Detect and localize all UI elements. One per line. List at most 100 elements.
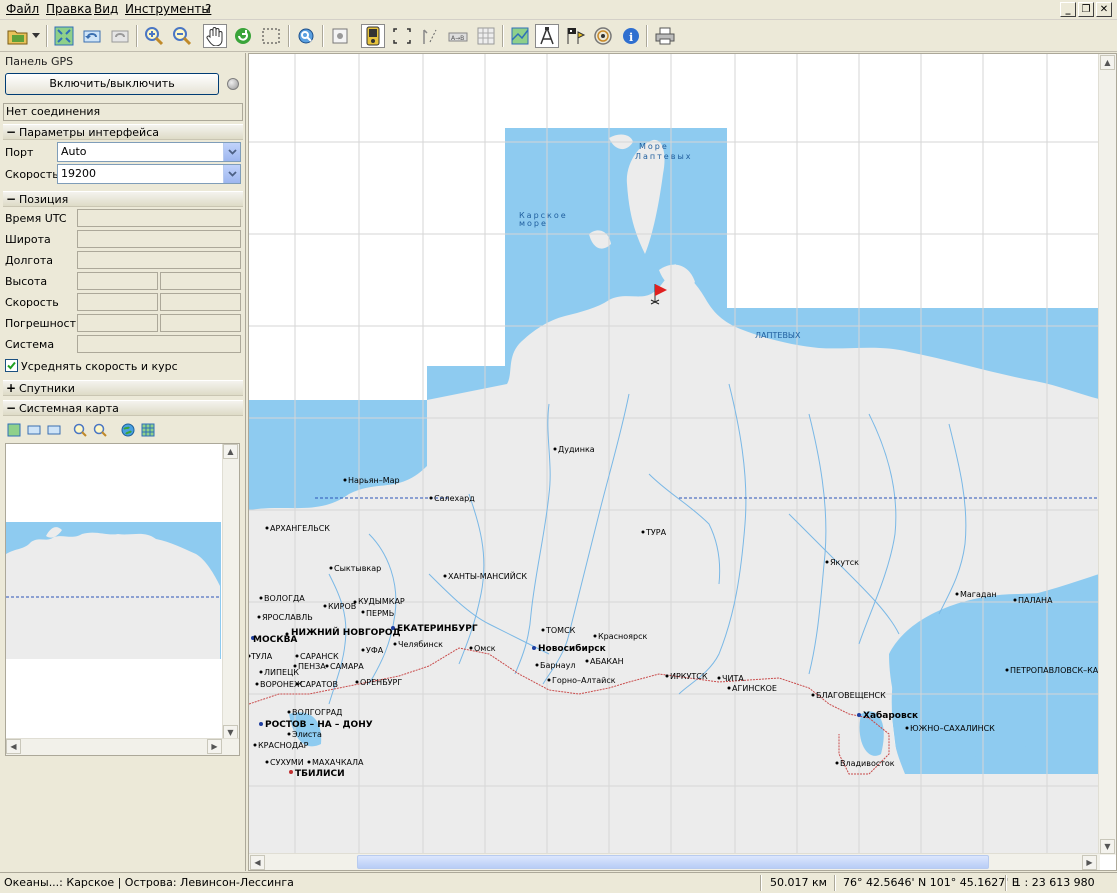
city-abakan: АБАКАН bbox=[590, 657, 624, 666]
city-krasnoyarsk: Красноярск bbox=[598, 632, 647, 641]
scroll-right-icon[interactable]: ▶ bbox=[1082, 855, 1097, 870]
forward-icon[interactable] bbox=[108, 24, 132, 48]
scroll-right-icon[interactable]: ▶ bbox=[207, 739, 222, 754]
pan-hand-icon[interactable] bbox=[203, 24, 227, 48]
overview-map[interactable] bbox=[6, 444, 224, 740]
compass-tool-icon[interactable] bbox=[535, 24, 559, 48]
collapse-icon[interactable]: − bbox=[6, 125, 16, 140]
city-irkutsk: ИРКУТСК bbox=[670, 672, 708, 681]
map-canvas[interactable]: Море Лаптевых Карское море ЛАПТЕВЫХ Дуди… bbox=[249, 54, 1099, 855]
city-dot bbox=[541, 628, 545, 632]
city-dot bbox=[443, 574, 447, 578]
section-sysmap-header[interactable]: − Системная карта bbox=[3, 400, 243, 416]
scroll-left-icon[interactable]: ◀ bbox=[250, 855, 265, 870]
port-select[interactable]: Auto bbox=[57, 142, 241, 162]
sysmap-overview[interactable]: ▲ ▼ ◀ ▶ bbox=[5, 443, 240, 756]
measure-icon[interactable] bbox=[418, 24, 442, 48]
dropdown-arrow-icon[interactable] bbox=[30, 24, 42, 48]
city-dot bbox=[259, 670, 263, 674]
city-dot bbox=[585, 659, 589, 663]
connection-status: Нет соединения bbox=[3, 103, 243, 121]
menu-tools[interactable]: Инструменты bbox=[125, 2, 211, 16]
refresh-icon[interactable] bbox=[231, 24, 255, 48]
speed-rate-select[interactable]: 19200 bbox=[57, 164, 241, 184]
menu-view[interactable]: Вид bbox=[94, 2, 118, 16]
overview-horizontal-scrollbar[interactable]: ◀ ▶ bbox=[6, 738, 239, 755]
zoom-in-icon[interactable] bbox=[142, 24, 166, 48]
grid-icon[interactable] bbox=[139, 421, 157, 439]
menu-file[interactable]: Файл bbox=[6, 2, 39, 16]
svg-text:A→B: A→B bbox=[451, 35, 464, 42]
frame-icon[interactable] bbox=[390, 24, 414, 48]
close-icon[interactable]: ✕ bbox=[1096, 2, 1112, 17]
section-interface-label: Параметры интерфейса bbox=[19, 126, 159, 139]
city-dot bbox=[265, 526, 269, 530]
route-icon[interactable]: A→B bbox=[446, 24, 470, 48]
zoom-out-icon[interactable] bbox=[91, 421, 109, 439]
signal-icon[interactable] bbox=[591, 24, 615, 48]
gps-panel: Панель GPS Включить/выключить Нет соедин… bbox=[0, 53, 246, 871]
layers-icon[interactable] bbox=[508, 24, 532, 48]
center-icon[interactable] bbox=[328, 24, 352, 48]
section-interface-header[interactable]: − Параметры интерфейса bbox=[3, 124, 243, 140]
gps-toggle-button[interactable]: Включить/выключить bbox=[5, 73, 219, 95]
back-icon[interactable] bbox=[25, 421, 43, 439]
find-icon[interactable] bbox=[294, 24, 318, 48]
print-icon[interactable] bbox=[653, 24, 677, 48]
city-dot bbox=[361, 610, 365, 614]
gps-device-icon[interactable] bbox=[361, 24, 385, 48]
select-rect-icon[interactable] bbox=[259, 24, 283, 48]
restore-icon[interactable]: ❐ bbox=[1078, 2, 1094, 17]
city-magadan: Магадан bbox=[960, 590, 997, 599]
city-dot bbox=[285, 632, 289, 636]
scroll-down-icon[interactable]: ▼ bbox=[1100, 839, 1115, 854]
gps-panel-title: Панель GPS bbox=[5, 55, 74, 68]
city-syktyvkar: Сыктывкар bbox=[334, 564, 381, 573]
info-icon[interactable]: i bbox=[619, 24, 643, 48]
map-horizontal-scrollbar[interactable]: ◀ ▶ bbox=[249, 853, 1100, 870]
chevron-down-icon[interactable] bbox=[223, 165, 240, 183]
minimize-icon[interactable]: _ bbox=[1060, 2, 1076, 17]
city-palana: ПАЛАНА bbox=[1018, 596, 1053, 605]
grid-icon[interactable] bbox=[474, 24, 498, 48]
forward-icon[interactable] bbox=[45, 421, 63, 439]
globe-icon[interactable] bbox=[119, 421, 137, 439]
open-icon[interactable] bbox=[6, 24, 30, 48]
city-naryan-mar: Нарьян–Мар bbox=[348, 476, 400, 485]
average-checkbox[interactable] bbox=[5, 359, 18, 372]
flags-icon[interactable] bbox=[563, 24, 587, 48]
scroll-up-icon[interactable]: ▲ bbox=[223, 444, 238, 459]
city-tomsk: ТОМСК bbox=[545, 626, 576, 635]
menu-edit[interactable]: Правка bbox=[46, 2, 92, 16]
city-dot bbox=[343, 478, 347, 482]
menu-help[interactable]: ? bbox=[205, 2, 211, 16]
collapse-icon[interactable]: − bbox=[6, 192, 16, 207]
city-elista: Элиста bbox=[292, 730, 322, 739]
scroll-left-icon[interactable]: ◀ bbox=[6, 739, 21, 754]
city-perm: ПЕРМЬ bbox=[366, 609, 394, 618]
zoom-extent-icon[interactable] bbox=[52, 24, 76, 48]
system-label: Система bbox=[5, 338, 55, 351]
map-scroll-thumb[interactable] bbox=[357, 855, 989, 869]
collapse-icon[interactable]: − bbox=[6, 401, 16, 416]
expand-icon[interactable]: + bbox=[6, 381, 16, 396]
map-vertical-scrollbar[interactable]: ▲ ▼ bbox=[1098, 54, 1116, 855]
city-krasnodar: КРАСНОДАР bbox=[258, 741, 309, 750]
toolbar-separator bbox=[502, 25, 504, 47]
accuracy-label: Погрешность bbox=[5, 317, 83, 330]
section-sysmap-label: Системная карта bbox=[19, 402, 119, 415]
city-dot bbox=[361, 648, 365, 652]
map-view[interactable]: Море Лаптевых Карское море ЛАПТЕВЫХ Дуди… bbox=[248, 53, 1117, 871]
city-dot bbox=[393, 642, 397, 646]
zoom-in-icon[interactable] bbox=[71, 421, 89, 439]
back-icon[interactable] bbox=[80, 24, 104, 48]
section-position-header[interactable]: − Позиция bbox=[3, 191, 243, 207]
city-dot bbox=[825, 560, 829, 564]
overview-vertical-scrollbar[interactable]: ▲ ▼ bbox=[222, 444, 239, 740]
scroll-up-icon[interactable]: ▲ bbox=[1100, 55, 1115, 70]
status-bar: Океаны...: Карское | Острова: Левинсон-Л… bbox=[0, 872, 1117, 893]
zoom-extent-icon[interactable] bbox=[5, 421, 23, 439]
chevron-down-icon[interactable] bbox=[223, 143, 240, 161]
section-satellites-header[interactable]: + Спутники bbox=[3, 380, 243, 396]
zoom-out-icon[interactable] bbox=[170, 24, 194, 48]
